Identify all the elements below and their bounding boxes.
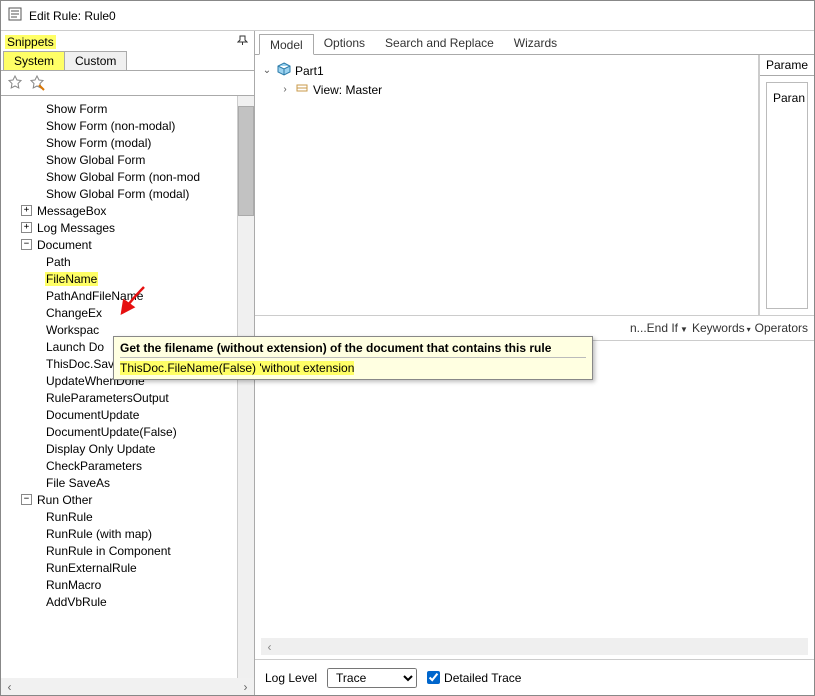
collapse-icon[interactable]: − — [21, 494, 32, 505]
tree-item[interactable]: Workspac — [45, 323, 100, 337]
tree-item[interactable]: RunRule in Component — [45, 544, 172, 558]
chevron-down-icon[interactable]: ⌄ — [261, 65, 273, 76]
pin-icon[interactable] — [237, 35, 248, 49]
cube-icon — [277, 62, 291, 79]
parameters-panel: Parame Paran — [759, 55, 814, 315]
tree-item[interactable]: ThisDoc.Save — [45, 357, 122, 371]
tab-parameters[interactable]: Parame — [766, 58, 808, 72]
model-tree-view[interactable]: View: Master — [313, 83, 382, 97]
status-bar: Log Level Trace Detailed Trace — [255, 659, 814, 695]
tree-item[interactable]: Show Form (non-modal) — [45, 119, 176, 133]
tree-node-document[interactable]: Document — [36, 238, 93, 252]
window-title: Edit Rule: Rule0 — [29, 9, 116, 23]
collapse-icon[interactable]: − — [21, 239, 32, 250]
tree-item[interactable]: DocumentUpdate(False) — [45, 425, 178, 439]
detailed-trace-checkbox[interactable]: Detailed Trace — [427, 671, 521, 685]
window-titlebar: Edit Rule: Rule0 — [1, 1, 814, 31]
tab-options[interactable]: Options — [314, 33, 375, 54]
tab-search-replace[interactable]: Search and Replace — [375, 33, 504, 54]
model-tree[interactable]: ⌄ Part1 › View: Master — [255, 55, 759, 315]
detailed-trace-label: Detailed Trace — [444, 671, 521, 685]
tree-item[interactable]: Show Form — [45, 102, 108, 116]
snippets-tree[interactable]: Show Form Show Form (non-modal) Show For… — [1, 96, 254, 695]
scroll-right-icon[interactable]: › — [237, 678, 254, 695]
snippets-tabs: System Custom — [1, 51, 254, 70]
parameters-label: Paran — [773, 91, 805, 105]
tree-item[interactable]: Display Only Update — [45, 442, 156, 456]
tree-item[interactable]: File SaveAs — [45, 476, 111, 490]
model-tabs: Model Options Search and Replace Wizards — [255, 31, 814, 55]
tree-item[interactable]: AddVbRule — [45, 595, 108, 609]
tree-item[interactable]: Show Global Form (non-mod — [45, 170, 201, 184]
tree-node-logmessages[interactable]: Log Messages — [36, 221, 116, 235]
editor-horizontal-scrollbar[interactable]: ‹ — [261, 638, 808, 655]
log-level-select[interactable]: Trace — [327, 668, 417, 688]
toolbar-keywords[interactable]: Keywords▾ — [692, 321, 751, 335]
favorite-edit-icon[interactable] — [29, 75, 45, 91]
tab-wizards[interactable]: Wizards — [504, 33, 567, 54]
snippets-header-label: Snippets — [5, 35, 56, 49]
tree-item[interactable]: Launch Do — [45, 340, 105, 354]
tree-item[interactable]: RunRule (with map) — [45, 527, 153, 541]
tab-custom[interactable]: Custom — [64, 51, 127, 70]
tree-item[interactable]: RuleParametersOutput — [45, 391, 170, 405]
detailed-trace-input[interactable] — [427, 671, 440, 684]
tree-item[interactable]: RunRule — [45, 510, 94, 524]
tree-item[interactable]: PathAndFileName — [45, 289, 144, 303]
tab-system[interactable]: System — [3, 51, 65, 70]
tooltip: Get the filename (without extension) of … — [113, 336, 593, 380]
tree-item-filename[interactable]: FileName — [45, 272, 98, 286]
log-level-label: Log Level — [265, 671, 317, 685]
tree-item[interactable]: Path — [45, 255, 72, 269]
tree-item[interactable]: ChangeEx — [45, 306, 103, 320]
favorite-add-icon[interactable] — [7, 75, 23, 91]
toolbar-operators[interactable]: Operators — [755, 321, 808, 335]
chevron-right-icon[interactable]: › — [279, 84, 291, 95]
tree-item[interactable]: RunMacro — [45, 578, 102, 592]
tree-item[interactable]: DocumentUpdate — [45, 408, 140, 422]
expand-icon[interactable]: + — [21, 205, 32, 216]
snippets-toolbar — [1, 70, 254, 95]
tooltip-code: ThisDoc.FileName(False) 'without extensi… — [120, 361, 354, 375]
model-tree-part[interactable]: Part1 — [295, 64, 324, 78]
app-icon — [7, 6, 23, 25]
scroll-left-icon[interactable]: ‹ — [261, 638, 278, 655]
tab-model[interactable]: Model — [259, 34, 314, 55]
tree-item[interactable]: Show Global Form — [45, 153, 146, 167]
tooltip-title: Get the filename (without extension) of … — [120, 341, 586, 358]
view-icon — [295, 81, 309, 98]
tree-item[interactable]: Show Form (modal) — [45, 136, 152, 150]
horizontal-scrollbar[interactable]: ‹ › — [1, 678, 254, 695]
tree-item[interactable]: Show Global Form (modal) — [45, 187, 190, 201]
vertical-scrollbar[interactable] — [237, 96, 254, 678]
toolbar-endif[interactable]: n...End If▼ — [630, 321, 688, 335]
tree-node-messagebox[interactable]: MessageBox — [36, 204, 107, 218]
tree-item[interactable]: CheckParameters — [45, 459, 143, 473]
code-editor[interactable]: ‹ Log Level Trace Detailed Trace — [255, 341, 814, 695]
scroll-left-icon[interactable]: ‹ — [1, 678, 18, 695]
expand-icon[interactable]: + — [21, 222, 32, 233]
tree-item[interactable]: RunExternalRule — [45, 561, 138, 575]
tree-node-runother[interactable]: Run Other — [36, 493, 93, 507]
